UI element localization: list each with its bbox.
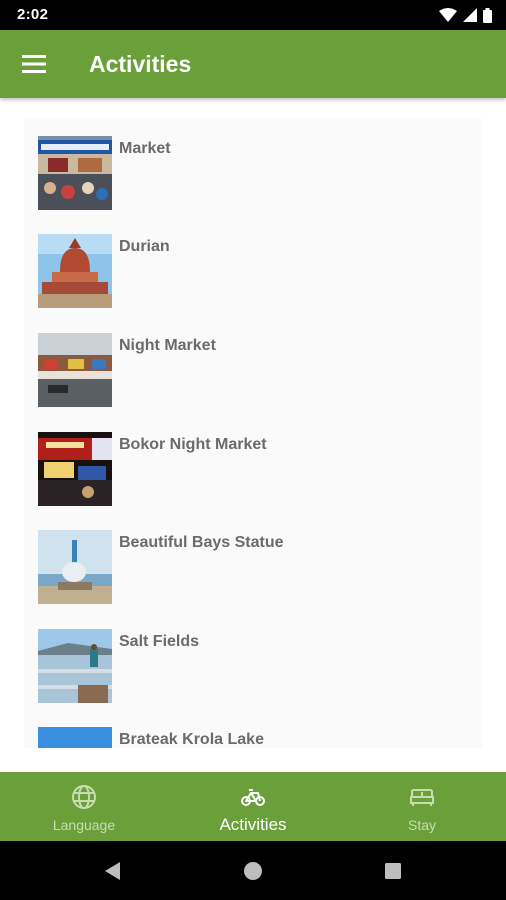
nav-item-activities[interactable]: Activities xyxy=(169,772,337,841)
system-navigation-bar xyxy=(0,841,506,900)
list-item-bokor-night-market[interactable]: Bokor Night Market xyxy=(24,414,482,506)
content-area: Market Durian Night Market Bokor Night M… xyxy=(0,98,506,772)
list-item-title: Market xyxy=(119,140,171,157)
wifi-icon xyxy=(439,8,457,22)
status-time: 2:02 xyxy=(17,6,49,23)
signal-icon xyxy=(463,8,477,22)
menu-icon xyxy=(22,55,46,73)
durian-monument-photo xyxy=(38,234,112,308)
list-item-salt-fields[interactable]: Salt Fields xyxy=(24,611,482,703)
bed-icon xyxy=(410,789,434,806)
list-item-title: Bokor Night Market xyxy=(119,436,267,453)
home-icon[interactable] xyxy=(240,858,266,884)
list-item-title: Brateak Krola Lake xyxy=(119,731,264,748)
status-icons xyxy=(439,7,492,23)
status-bar: 2:02 xyxy=(0,0,506,30)
market-photo xyxy=(38,136,112,210)
page-title: Activities xyxy=(89,51,192,77)
battery-icon xyxy=(483,7,492,23)
list-item-night-market[interactable]: Night Market xyxy=(24,315,482,407)
list-item-title: Night Market xyxy=(119,337,216,354)
list-item-title: Beautiful Bays Statue xyxy=(119,534,284,551)
nav-label: Activities xyxy=(219,815,287,834)
beautiful-bays-statue-photo xyxy=(38,530,112,604)
list-item-title: Durian xyxy=(119,238,170,255)
nav-label: Stay xyxy=(407,817,436,833)
back-icon[interactable] xyxy=(100,858,126,884)
bottom-navigation: Language Activities Stay xyxy=(0,772,506,841)
list-item-durian[interactable]: Durian xyxy=(24,216,482,308)
list-item-title: Salt Fields xyxy=(119,633,200,650)
night-market-photo xyxy=(38,333,112,407)
nav-label: Language xyxy=(52,817,116,833)
salt-fields-photo xyxy=(38,629,112,703)
app-bar: Activities xyxy=(0,30,506,98)
activity-list[interactable]: Market Durian Night Market Bokor Night M… xyxy=(24,118,482,748)
list-item-market[interactable]: Market xyxy=(24,118,482,210)
menu-button[interactable] xyxy=(14,44,54,84)
bokor-night-market-photo xyxy=(38,432,112,506)
bicycle-icon xyxy=(241,789,265,806)
nav-item-language[interactable]: Language xyxy=(0,772,168,841)
list-item-beautiful-bays-statue[interactable]: Beautiful Bays Statue xyxy=(24,512,482,604)
brateak-krola-lake-photo xyxy=(38,727,112,748)
nav-item-stay[interactable]: Stay xyxy=(338,772,506,841)
list-item-brateak-krola-lake[interactable]: Brateak Krola Lake xyxy=(24,709,482,748)
globe-icon xyxy=(72,785,96,809)
recents-icon[interactable] xyxy=(380,858,406,884)
